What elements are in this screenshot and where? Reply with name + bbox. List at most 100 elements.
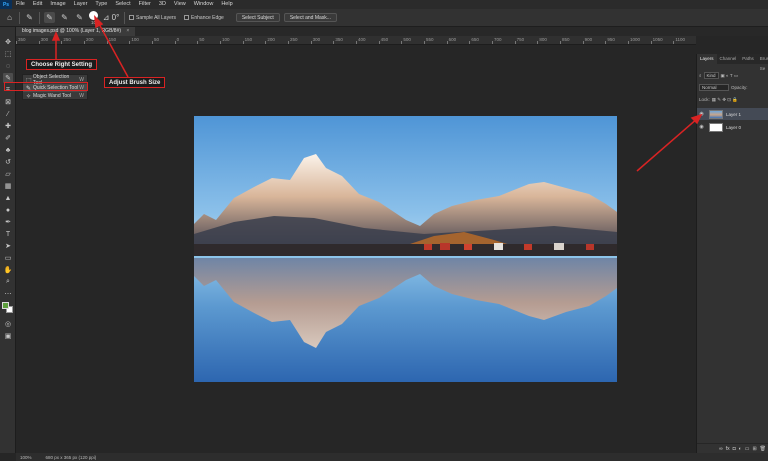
eye-icon[interactable]: ◉ bbox=[697, 124, 706, 130]
ruler-tick bbox=[106, 41, 108, 44]
menu-filter[interactable]: Filter bbox=[135, 0, 155, 9]
checkbox-box[interactable] bbox=[129, 15, 134, 20]
blend-mode-row: Normal Opacity: bbox=[699, 83, 767, 92]
ruler-tick bbox=[514, 41, 516, 44]
menu-edit[interactable]: Edit bbox=[29, 0, 46, 9]
link-icon[interactable]: ∞ bbox=[719, 446, 723, 452]
canvas-image[interactable] bbox=[194, 116, 617, 382]
menu-window[interactable]: Window bbox=[190, 0, 218, 9]
ruler-tick bbox=[492, 41, 493, 44]
pen-tool-icon[interactable]: ✒ bbox=[3, 217, 13, 227]
ruler-label: 50 bbox=[199, 37, 205, 42]
menu-bar: Ps File Edit Image Layer Type Select Fil… bbox=[0, 0, 768, 9]
ruler-label: 300 bbox=[40, 37, 49, 42]
type-tool-icon[interactable]: T bbox=[3, 229, 13, 239]
layer-row[interactable]: ◉ Layer 1 bbox=[697, 108, 768, 120]
angle-icon[interactable]: ⊿ 0° bbox=[102, 12, 120, 23]
brush-tool-preset-icon[interactable]: ✎ bbox=[24, 12, 35, 23]
ruler-tick bbox=[628, 41, 629, 44]
layer-row[interactable]: ◉ Layer 0 bbox=[697, 121, 768, 133]
ruler-label: 50 bbox=[154, 37, 160, 42]
document-tab[interactable]: blog images.psd @ 100% (Layer 1, RGB/8#)… bbox=[16, 27, 136, 36]
blend-mode-select[interactable]: Normal bbox=[699, 84, 729, 91]
zoom-level[interactable]: 100% bbox=[20, 455, 32, 460]
rectangle-tool-icon[interactable]: ▭ bbox=[3, 253, 13, 263]
zoom-tool-icon[interactable]: ⌕ bbox=[3, 277, 13, 287]
menu-layer[interactable]: Layer bbox=[70, 0, 92, 9]
new-selection-icon[interactable]: ✎ bbox=[44, 12, 55, 23]
select-and-mask-button[interactable]: Select and Mask... bbox=[283, 13, 337, 22]
brush-tool-icon[interactable]: ✐ bbox=[3, 133, 13, 143]
ruler-label: 250 bbox=[290, 37, 298, 42]
enhance-edge-checkbox[interactable]: Enhance Edge bbox=[184, 15, 224, 21]
flyout-item-label: Magic Wand Tool bbox=[33, 93, 72, 99]
add-to-selection-icon[interactable]: ✎ bbox=[59, 12, 70, 23]
menu-view[interactable]: View bbox=[170, 0, 190, 9]
eyedropper-tool-icon[interactable]: ⁄ bbox=[3, 109, 13, 119]
healing-brush-icon[interactable]: ✚ bbox=[3, 121, 13, 131]
ruler-tick bbox=[469, 41, 471, 44]
photoshop-logo: Ps bbox=[0, 0, 12, 9]
eraser-tool-icon[interactable]: ▱ bbox=[3, 169, 13, 179]
ruler-label: 600 bbox=[448, 37, 457, 42]
menu-image[interactable]: Image bbox=[46, 0, 69, 9]
brush-size-dot[interactable] bbox=[89, 10, 98, 20]
menu-file[interactable]: File bbox=[12, 0, 29, 9]
ruler-tick bbox=[333, 41, 335, 44]
screen-mode-icon[interactable]: ▣ bbox=[3, 331, 13, 341]
lasso-tool-icon[interactable]: ◌ bbox=[3, 61, 13, 71]
ruler-label: 950 bbox=[607, 37, 615, 42]
ruler-label: 200 bbox=[86, 37, 94, 42]
hand-tool-icon[interactable]: ✋ bbox=[3, 265, 13, 275]
marquee-tool-icon[interactable]: ⬚ bbox=[3, 49, 13, 59]
ruler-label: 750 bbox=[516, 37, 525, 42]
path-selection-icon[interactable]: ➤ bbox=[3, 241, 13, 251]
lock-label: Lock: bbox=[699, 97, 710, 102]
gradient-tool-icon[interactable]: ▦ bbox=[3, 181, 13, 191]
new-layer-icon[interactable]: ⊞ bbox=[752, 446, 756, 452]
history-brush-icon[interactable]: ↺ bbox=[3, 157, 13, 167]
frame-tool-icon[interactable]: ⊠ bbox=[3, 97, 13, 107]
blur-tool-icon[interactable]: ▲ bbox=[3, 193, 13, 203]
home-icon[interactable]: ⌂ bbox=[4, 12, 15, 23]
ruler-tick bbox=[16, 41, 17, 44]
menu-help[interactable]: Help bbox=[217, 0, 236, 9]
brush-size-picker[interactable]: 10 bbox=[89, 10, 98, 25]
quick-mask-icon[interactable]: ◎ bbox=[3, 319, 13, 329]
foreground-color-swatch[interactable] bbox=[2, 302, 9, 309]
checkbox-box[interactable] bbox=[184, 15, 190, 20]
ruler-label: 250 bbox=[63, 37, 71, 42]
tab-paths[interactable]: Paths bbox=[739, 54, 757, 64]
mask-icon[interactable]: ◘ bbox=[733, 446, 736, 452]
document-size: 680 px x 365 px (120 ppi) bbox=[45, 454, 97, 460]
ruler-label: 350 bbox=[18, 37, 26, 42]
magic-wand-icon: ✧ bbox=[26, 93, 32, 100]
clone-stamp-icon[interactable]: ♣ bbox=[3, 145, 13, 155]
fx-icon[interactable]: fx bbox=[726, 446, 730, 452]
ruler-tick bbox=[650, 41, 652, 44]
menu-select[interactable]: Select bbox=[111, 0, 134, 9]
ruler-label: 400 bbox=[358, 37, 366, 42]
tab-channels[interactable]: Channel bbox=[717, 54, 740, 64]
kind-filter-select[interactable]: Kind bbox=[703, 72, 719, 79]
close-icon[interactable]: × bbox=[126, 28, 129, 34]
sample-all-layers-checkbox[interactable]: Sample All Layers bbox=[129, 15, 176, 21]
folder-icon[interactable]: ▭ bbox=[745, 446, 750, 452]
trash-icon[interactable]: 🗑 bbox=[760, 446, 766, 452]
ruler-label: 150 bbox=[108, 37, 117, 42]
more-tools-icon[interactable]: ⋯ bbox=[3, 289, 13, 299]
adjustment-icon[interactable]: ◐ bbox=[739, 446, 742, 452]
subtract-from-selection-icon[interactable]: ✎ bbox=[74, 12, 85, 23]
choose-right-setting-callout: Choose Right Setting bbox=[26, 59, 97, 70]
eye-icon[interactable]: ◉ bbox=[697, 111, 706, 117]
move-tool-icon[interactable]: ✥ bbox=[3, 37, 13, 47]
tab-layers[interactable]: Layers bbox=[697, 54, 717, 64]
ruler-label: 850 bbox=[562, 37, 570, 42]
tab-brush-settings[interactable]: Brush Se bbox=[757, 54, 768, 71]
select-subject-button[interactable]: Select Subject bbox=[235, 13, 280, 22]
lock-icons[interactable]: ▦ ✎ ✥ ⊡ 🔒 bbox=[712, 97, 738, 103]
dodge-tool-icon[interactable]: ● bbox=[3, 205, 13, 215]
menu-type[interactable]: Type bbox=[91, 0, 111, 9]
menu-3d[interactable]: 3D bbox=[155, 0, 170, 9]
magic-wand-tool-item[interactable]: ✧ Magic Wand Tool W bbox=[23, 92, 87, 100]
